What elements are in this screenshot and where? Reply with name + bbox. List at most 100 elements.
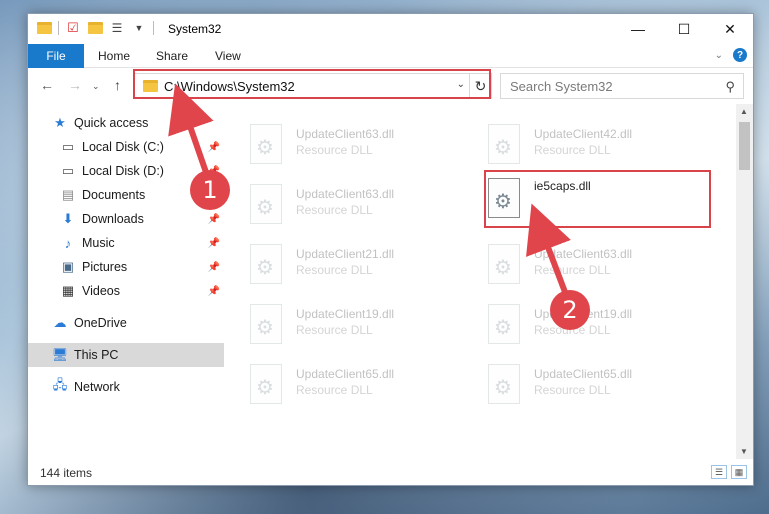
divider xyxy=(153,21,154,35)
sidebar-item-label: Videos xyxy=(82,284,120,298)
cloud-icon: ☁ xyxy=(53,315,67,330)
music-icon: ♪ xyxy=(64,235,72,251)
search-input[interactable]: Search System32 ⚲ xyxy=(500,73,744,99)
list-item[interactable]: UpdateClient65.dll Resource DLL xyxy=(462,358,692,412)
window-title: System32 xyxy=(168,22,222,36)
dll-file-icon xyxy=(488,364,520,404)
sidebar-item-label: Local Disk (C:) xyxy=(82,140,164,154)
sidebar-item-downloads[interactable]: ⬇ Downloads 📌 xyxy=(28,207,224,231)
sidebar-item-pictures[interactable]: ▣ Pictures 📌 xyxy=(28,255,224,279)
ribbon-help-area: ⌄ ? xyxy=(715,48,747,62)
view-switcher: ☰ ▦ xyxy=(711,465,747,479)
step-1-badge: 1 xyxy=(190,170,230,210)
file-type: Resource DLL xyxy=(296,263,373,277)
file-type: Resource DLL xyxy=(296,383,373,397)
large-icons-view-icon[interactable]: ▦ xyxy=(731,465,747,479)
chevron-down-icon[interactable]: ▼ xyxy=(131,20,147,36)
file-name: UpdateClient63.dll xyxy=(296,187,395,201)
list-item[interactable]: UpdateClient63.dll Resource DLL xyxy=(462,238,692,292)
sidebar-item-label: Downloads xyxy=(82,212,144,226)
file-type: Resource DLL xyxy=(534,383,611,397)
customize-icon[interactable]: ☰ xyxy=(109,20,125,36)
pin-icon[interactable]: 📌 xyxy=(208,286,220,297)
scroll-up-icon[interactable]: ▲ xyxy=(740,107,748,116)
dll-file-icon xyxy=(250,304,282,344)
file-name: UpdateClient63.dll xyxy=(296,127,395,141)
network-icon: 🖧 xyxy=(52,377,68,392)
file-name: UpdateClient65.dll xyxy=(296,367,395,381)
pin-icon[interactable]: 📌 xyxy=(208,214,220,225)
sidebar-item-videos[interactable]: ▦ Videos 📌 xyxy=(28,279,224,303)
close-button[interactable]: ✕ xyxy=(707,14,753,44)
list-item[interactable]: UpdateClient42.dll Resource DLL xyxy=(462,118,692,172)
help-icon[interactable]: ? xyxy=(733,48,747,62)
maximize-button[interactable]: ☐ xyxy=(661,14,707,44)
dll-file-icon xyxy=(250,124,282,164)
ribbon-tabs: File Home Share View ⌄ ? xyxy=(28,44,753,68)
sidebar-item-network[interactable]: 🖧 Network xyxy=(28,375,224,399)
file-type: Resource DLL xyxy=(296,323,373,337)
search-placeholder: Search System32 xyxy=(510,79,613,94)
minimize-button[interactable]: — xyxy=(615,14,661,44)
pin-icon[interactable]: 📌 xyxy=(208,142,220,153)
file-type: Resource DLL xyxy=(296,143,373,157)
tab-home[interactable]: Home xyxy=(98,49,130,63)
file-name: UpdateClient63.dll xyxy=(534,247,633,261)
list-item[interactable]: UpdateClient63.dll Resource DLL xyxy=(224,178,454,232)
new-folder-icon[interactable] xyxy=(87,20,103,36)
pin-icon[interactable]: 📌 xyxy=(208,238,220,249)
sidebar-item-quick-access[interactable]: ★ Quick access xyxy=(28,111,224,135)
forward-arrow-icon[interactable]: → xyxy=(68,77,82,93)
list-item[interactable]: UpdateClient21.dll Resource DLL xyxy=(224,238,454,292)
file-name: UpdateClient65.dll xyxy=(534,367,633,381)
list-item[interactable]: UpdateClient19.dll Resource DLL xyxy=(224,298,454,352)
scroll-down-icon[interactable]: ▼ xyxy=(740,447,748,456)
sidebar-item-label: Network xyxy=(74,380,120,394)
sidebar-item-onedrive[interactable]: ☁ OneDrive xyxy=(28,311,224,335)
star-icon: ★ xyxy=(54,115,66,130)
computer-icon: 🖥 xyxy=(51,347,69,362)
dll-file-icon xyxy=(488,304,520,344)
tab-view[interactable]: View xyxy=(215,49,241,63)
dll-file-icon xyxy=(250,184,282,224)
file-list: UpdateClient63.dll Resource DLL UpdateCl… xyxy=(224,104,738,459)
divider xyxy=(58,21,59,35)
tab-file[interactable]: File xyxy=(28,44,84,68)
vertical-scrollbar[interactable]: ▲ ▼ xyxy=(736,104,753,459)
scrollbar-thumb[interactable] xyxy=(739,122,750,170)
file-name: UpdateClient42.dll xyxy=(534,127,633,141)
item-count: 144 items xyxy=(40,466,93,480)
navigation-pane: ★ Quick access ▭ Local Disk (C:) 📌 ▭ Loc… xyxy=(28,104,224,464)
sidebar-item-music[interactable]: ♪ Music 📌 xyxy=(28,231,224,255)
sidebar-item-label: This PC xyxy=(74,348,119,362)
tab-share[interactable]: Share xyxy=(156,49,188,63)
pictures-icon: ▣ xyxy=(61,259,75,274)
recent-locations-icon[interactable]: ⌄ xyxy=(92,81,100,92)
sidebar-item-local-disk-c[interactable]: ▭ Local Disk (C:) 📌 xyxy=(28,135,224,159)
status-bar: 144 items ☰ ▦ xyxy=(28,461,753,485)
file-type: Resource DLL xyxy=(296,203,373,217)
up-arrow-icon[interactable]: ↑ xyxy=(114,77,121,93)
details-view-icon[interactable]: ☰ xyxy=(711,465,727,479)
properties-icon[interactable]: ☑ xyxy=(65,20,81,36)
sidebar-item-label: Pictures xyxy=(82,260,128,274)
file-highlight xyxy=(484,170,711,228)
expand-ribbon-icon[interactable]: ⌄ xyxy=(715,50,723,61)
list-item[interactable]: UpdateClient65.dll Resource DLL xyxy=(224,358,454,412)
list-item[interactable]: UpdateClient63.dll Resource DLL xyxy=(224,118,454,172)
address-bar-highlight xyxy=(133,69,491,99)
pin-icon[interactable]: 📌 xyxy=(208,262,220,273)
sidebar-item-label: Documents xyxy=(82,188,146,202)
dll-file-icon xyxy=(250,364,282,404)
videos-icon: ▦ xyxy=(61,283,75,298)
file-name: UpdateClient21.dll xyxy=(296,247,395,261)
sidebar-item-label: Local Disk (D:) xyxy=(82,164,164,178)
dll-file-icon xyxy=(488,124,520,164)
sidebar-item-label: OneDrive xyxy=(74,316,127,330)
sidebar-item-this-pc[interactable]: 🖥 This PC xyxy=(28,343,224,367)
file-type: Resource DLL xyxy=(534,263,611,277)
back-arrow-icon[interactable]: ← xyxy=(40,77,54,93)
documents-icon: ▤ xyxy=(61,187,75,202)
file-name: UpdateClient19.dll xyxy=(296,307,395,321)
drive-icon: ▭ xyxy=(61,163,75,178)
